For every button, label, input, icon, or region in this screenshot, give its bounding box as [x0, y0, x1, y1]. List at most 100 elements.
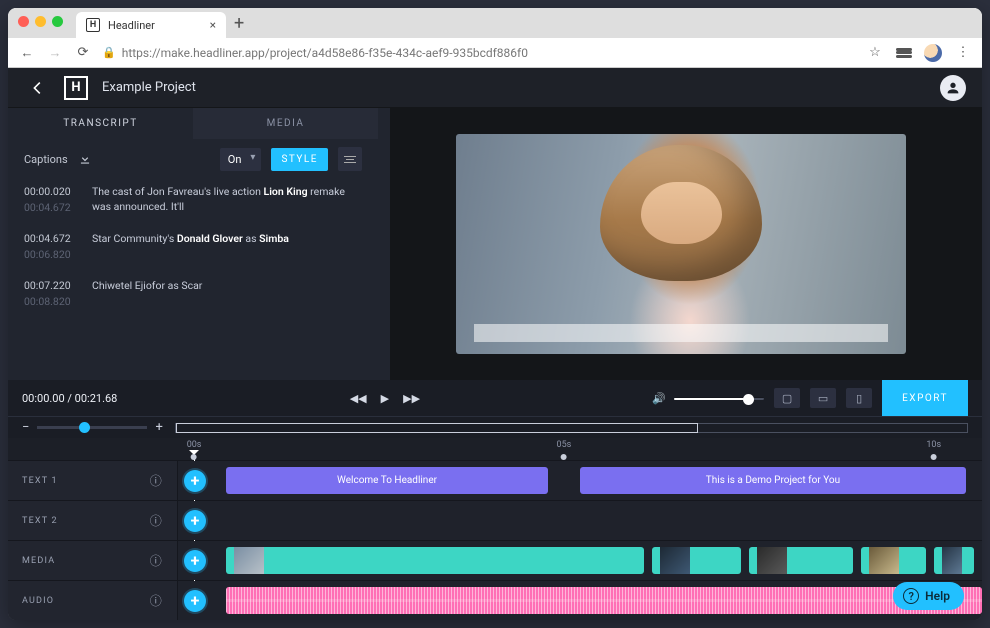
aspect-button-3[interactable]: ▯	[846, 388, 872, 408]
align-button[interactable]	[338, 147, 362, 171]
time-end: 00:06.820	[24, 248, 80, 261]
text-clip[interactable]: This is a Demo Project for You	[580, 467, 966, 494]
add-clip-button[interactable]: +	[184, 510, 206, 532]
browser-toolbar: ← → ⟳ 🔒 https://make.headliner.app/proje…	[8, 38, 982, 68]
reload-icon[interactable]: ⟳	[74, 45, 92, 60]
download-icon[interactable]	[78, 152, 92, 166]
favicon-icon: H	[86, 18, 100, 32]
project-title: Example Project	[102, 80, 196, 95]
star-icon[interactable]: ☆	[866, 45, 884, 60]
volume-slider[interactable]	[674, 397, 764, 400]
transcript-list: 00:00.020 00:04.672 The cast of Jon Favr…	[8, 179, 378, 380]
forward-button[interactable]: ▶▶	[403, 392, 420, 405]
media-clip[interactable]	[749, 547, 854, 574]
track-label: TEXT 1	[22, 476, 58, 486]
browser-tab[interactable]: H Headliner ×	[76, 12, 226, 38]
zoom-out-button[interactable]: −	[22, 420, 29, 435]
app-back-button[interactable]	[24, 75, 50, 101]
track-label: AUDIO	[22, 596, 54, 606]
video-preview[interactable]	[456, 134, 906, 354]
track-audio: AUDIO ⓘ +	[8, 580, 982, 620]
aspect-button-2[interactable]: ▭	[810, 388, 836, 408]
extensions-icon[interactable]	[896, 46, 912, 60]
panel-tabs: TRANSCRIPT MEDIA	[8, 108, 378, 139]
forward-icon[interactable]: →	[46, 45, 64, 61]
ruler-tick: 05s	[557, 440, 572, 450]
aspect-button-1[interactable]: ▢	[774, 388, 800, 408]
time-start: 00:04.672	[24, 232, 80, 245]
text-clip[interactable]: Welcome To Headliner	[226, 467, 548, 494]
add-clip-button[interactable]: +	[184, 470, 206, 492]
help-icon: ?	[903, 588, 919, 604]
style-button[interactable]: STYLE	[271, 148, 328, 171]
media-clip[interactable]	[934, 547, 974, 574]
add-clip-button[interactable]: +	[184, 590, 206, 612]
left-panel: TRANSCRIPT MEDIA Captions On STYLE 00:00…	[8, 108, 378, 380]
user-icon	[945, 80, 961, 96]
timeline-ruler[interactable]: 00s 05s 10s	[8, 438, 982, 460]
media-clip[interactable]	[861, 547, 925, 574]
track-text-2: TEXT 2 ⓘ +	[8, 500, 982, 540]
workspace: TRANSCRIPT MEDIA Captions On STYLE 00:00…	[8, 108, 982, 380]
timecode: 00:00.00 / 00:21.68	[22, 392, 117, 405]
tab-transcript[interactable]: TRANSCRIPT	[8, 108, 193, 139]
media-clip[interactable]	[652, 547, 740, 574]
app-header: H Example Project	[8, 68, 982, 108]
tab-media[interactable]: MEDIA	[193, 108, 378, 139]
browser-tabstrip: H Headliner × +	[8, 8, 982, 38]
browser-window: H Headliner × + ← → ⟳ 🔒 https://make.hea…	[8, 8, 982, 620]
new-tab-button[interactable]: +	[234, 13, 244, 34]
add-clip-button[interactable]: +	[184, 550, 206, 572]
zoom-row: − +	[8, 416, 982, 438]
playback-bar: 00:00.00 / 00:21.68 ◀◀ ▶ ▶▶ 🔊 ▢ ▭ ▯ EXPO…	[8, 380, 982, 416]
info-icon[interactable]: ⓘ	[150, 512, 163, 529]
profile-avatar-icon[interactable]	[924, 44, 942, 62]
app-logo-icon[interactable]: H	[64, 76, 88, 100]
play-button[interactable]: ▶	[381, 392, 389, 405]
app-root: H Example Project TRANSCRIPT MEDIA Capti…	[8, 68, 982, 620]
menu-icon[interactable]: ⋮	[954, 45, 972, 60]
help-button[interactable]: ? Help	[893, 582, 964, 610]
track-text-1: TEXT 1 ⓘ + Welcome To Headliner This is a…	[8, 460, 982, 500]
time-end: 00:04.672	[24, 201, 80, 214]
back-icon[interactable]: ←	[18, 45, 36, 61]
volume-control[interactable]: 🔊	[652, 392, 764, 405]
timeline: 00s 05s 10s TEXT 1 ⓘ + Welcome To Headlin…	[8, 438, 982, 620]
track-label: MEDIA	[22, 556, 55, 566]
minimize-window-icon[interactable]	[35, 16, 46, 27]
track-label: TEXT 2	[22, 516, 58, 526]
lock-icon: 🔒	[102, 46, 116, 59]
transcript-text: The cast of Jon Favreau's live action Li…	[92, 185, 362, 214]
info-icon[interactable]: ⓘ	[150, 592, 163, 609]
address-bar[interactable]: 🔒 https://make.headliner.app/project/a4d…	[102, 46, 856, 60]
time-end: 00:08.820	[24, 295, 80, 308]
export-button[interactable]: EXPORT	[882, 380, 968, 416]
close-tab-icon[interactable]: ×	[210, 18, 216, 32]
transcript-text: Star Community's Donald Glover as Simba	[92, 232, 362, 261]
captions-toggle-select[interactable]: On	[220, 148, 262, 171]
preview-panel	[390, 108, 982, 380]
account-button[interactable]	[940, 75, 966, 101]
close-window-icon[interactable]	[18, 16, 29, 27]
transcript-line[interactable]: 00:00.020 00:04.672 The cast of Jon Favr…	[8, 179, 378, 226]
media-clip[interactable]	[226, 547, 644, 574]
timeline-scrollbar[interactable]	[175, 423, 968, 433]
maximize-window-icon[interactable]	[52, 16, 63, 27]
ruler-tick: 10s	[926, 440, 941, 450]
window-controls[interactable]	[18, 16, 63, 27]
info-icon[interactable]: ⓘ	[150, 472, 163, 489]
info-icon[interactable]: ⓘ	[150, 552, 163, 569]
captions-label: Captions	[24, 153, 68, 166]
url-text: https://make.headliner.app/project/a4d58…	[122, 46, 528, 60]
captions-row: Captions On STYLE	[8, 139, 378, 179]
arrow-left-icon	[28, 79, 46, 97]
tab-title: Headliner	[108, 19, 155, 32]
transcript-line[interactable]: 00:07.220 00:08.820 Chiwetel Ejiofor as …	[8, 273, 378, 320]
transcript-line[interactable]: 00:04.672 00:06.820 Star Community's Don…	[8, 226, 378, 273]
volume-icon[interactable]: 🔊	[652, 392, 666, 405]
transcript-text: Chiwetel Ejiofor as Scar	[92, 279, 362, 308]
rewind-button[interactable]: ◀◀	[350, 392, 367, 405]
audio-clip[interactable]	[226, 587, 982, 614]
zoom-in-button[interactable]: +	[155, 420, 162, 435]
zoom-slider[interactable]	[37, 426, 147, 429]
